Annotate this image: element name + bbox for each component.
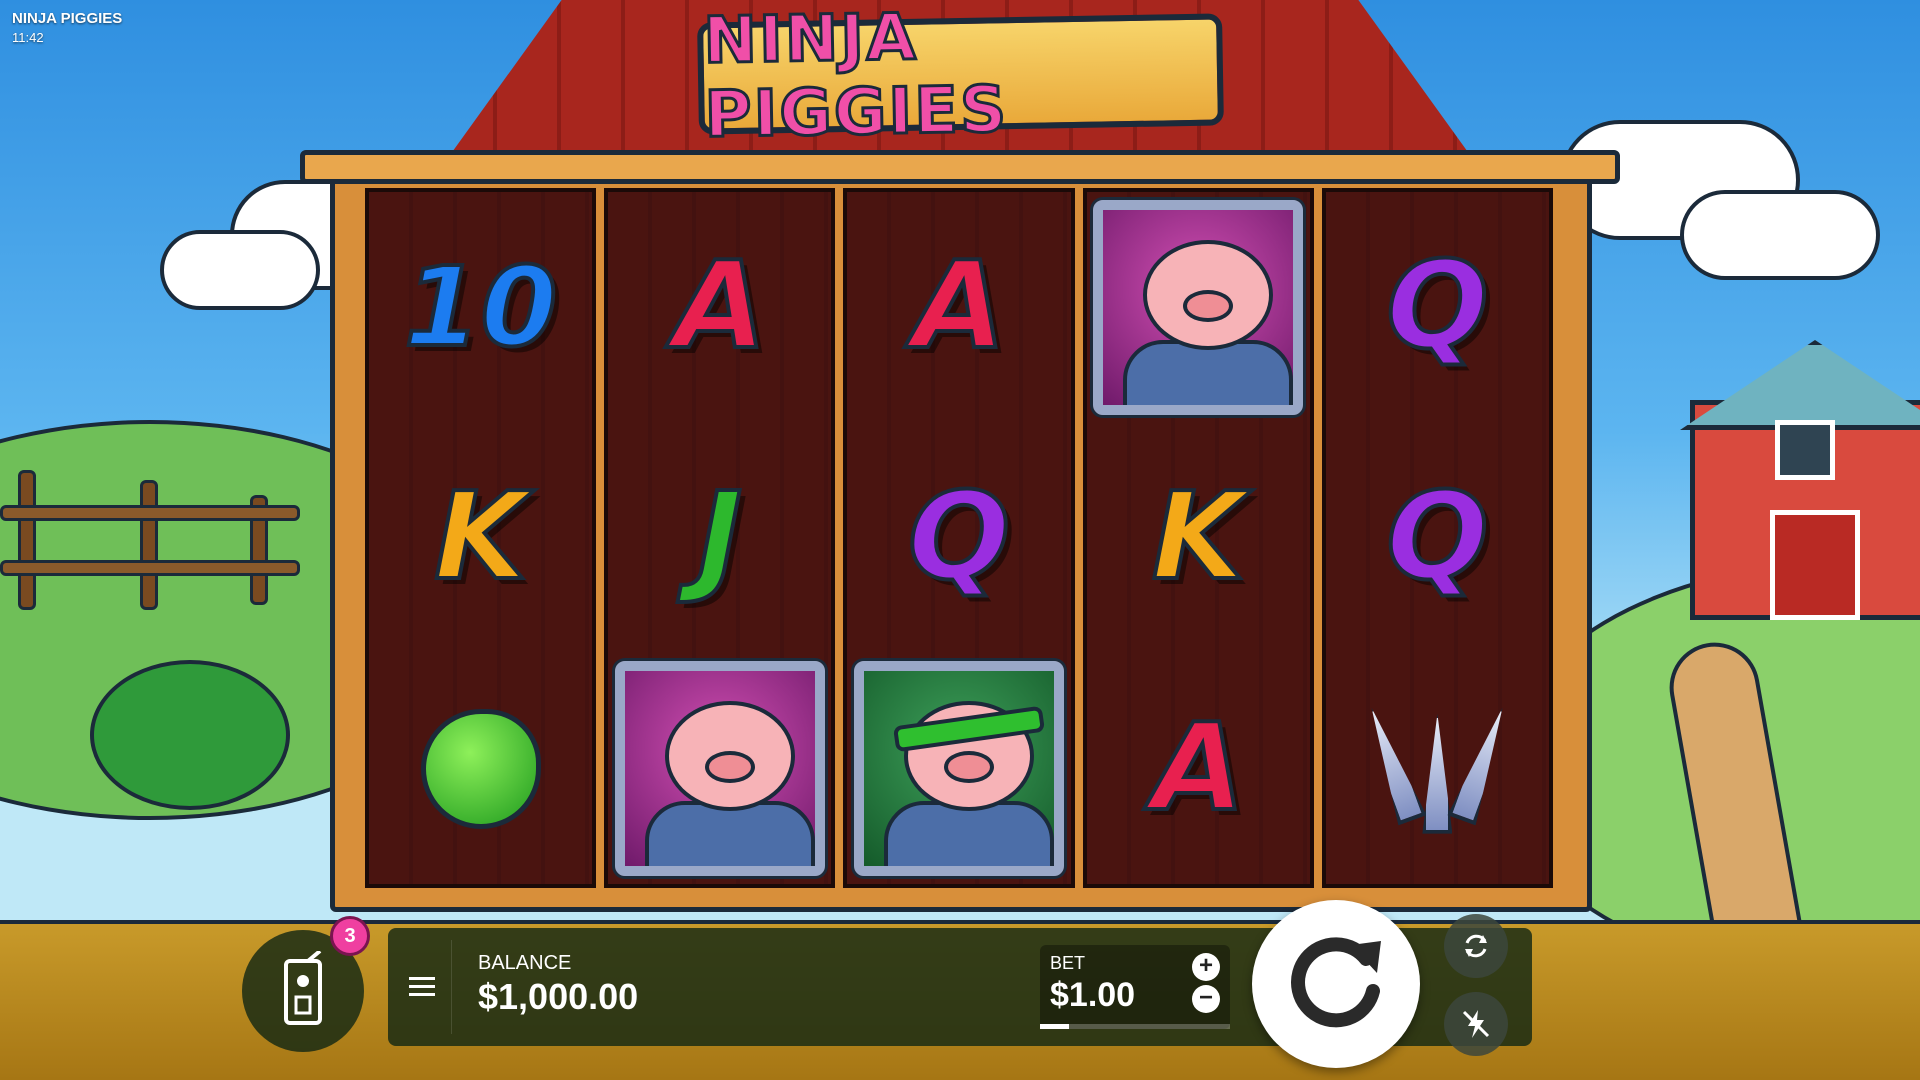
reel-cell — [1326, 653, 1549, 884]
bet-increase-button[interactable]: + — [1192, 953, 1220, 981]
fence-post — [18, 470, 36, 610]
barn-frame-top — [300, 150, 1620, 184]
symbol-k: K — [432, 467, 529, 607]
clock: 11:42 — [12, 30, 44, 45]
reel-cell: Q — [1326, 192, 1549, 423]
reel-cell — [1087, 192, 1310, 423]
symbol-10: 10 — [402, 243, 559, 372]
symbol-q: Q — [1384, 467, 1490, 607]
symbol-a: A — [1150, 698, 1247, 838]
apple-icon — [420, 708, 541, 829]
symbol-a: A — [911, 237, 1008, 377]
fence-post — [140, 480, 158, 610]
hamburger-icon — [408, 977, 435, 996]
reel-cell: K — [1087, 423, 1310, 654]
bet-value: $1.00 — [1050, 976, 1136, 1014]
logo-text: NINJA PIGGIES — [701, 0, 1010, 154]
farm-barn — [1680, 340, 1920, 620]
autoplay-button[interactable] — [1444, 914, 1508, 978]
reel-cell: A — [608, 192, 831, 423]
bonus-badge: 3 — [330, 916, 370, 956]
fence-rail — [0, 560, 300, 576]
reel-cell — [847, 653, 1070, 884]
symbol-q: Q — [906, 467, 1012, 607]
pig-purple-icon — [614, 661, 825, 877]
pig-green-icon — [853, 661, 1064, 877]
menu-button[interactable] — [392, 940, 452, 1034]
reel-cell: A — [847, 192, 1070, 423]
bush-left — [90, 660, 290, 810]
reel-cell: A — [1087, 653, 1310, 884]
reel-cell: Q — [847, 423, 1070, 654]
turbo-off-icon — [1462, 1010, 1490, 1038]
reel-cell — [608, 653, 831, 884]
reel-5: Q Q — [1321, 188, 1553, 888]
turbo-button[interactable] — [1444, 992, 1508, 1056]
pig-purple-icon — [1093, 199, 1304, 415]
spin-arrow-icon — [1291, 937, 1381, 1028]
game-title: NINJA PIGGIES — [12, 10, 123, 27]
reel-2: A J — [604, 188, 836, 888]
symbol-q: Q — [1384, 237, 1490, 377]
balance-value: $1,000.00 — [478, 976, 639, 1017]
game-logo: NINJA PIGGIES — [697, 0, 1224, 154]
game-info: NINJA PIGGIES 11:42 — [12, 10, 122, 45]
reel-1: 10 K — [365, 188, 597, 888]
fence-rail — [0, 505, 300, 521]
symbol-k: K — [1150, 467, 1247, 607]
reel-cell: K — [369, 423, 592, 654]
bet-label: BET — [1050, 953, 1086, 973]
symbol-j: J — [695, 467, 744, 607]
bet-level-bar — [1040, 1024, 1230, 1029]
cloud-right-2 — [1680, 190, 1880, 280]
shuriken-icon — [1367, 704, 1507, 834]
reel-cell — [369, 653, 592, 884]
reel-grid: 10 K A J A Q K A Q Q — [365, 188, 1553, 888]
reel-cell: Q — [1326, 423, 1549, 654]
autoplay-icon — [1465, 934, 1487, 958]
balance-label: BALANCE — [478, 952, 572, 974]
cloud-left-2 — [160, 230, 320, 310]
spin-button[interactable] — [1252, 900, 1420, 1068]
reel-4: K A — [1082, 188, 1314, 888]
symbol-a: A — [671, 237, 768, 377]
reel-cell: 10 — [369, 192, 592, 423]
bet-level-fill — [1040, 1024, 1069, 1029]
reel-cell: J — [608, 423, 831, 654]
bonus-buy-icon — [284, 951, 322, 1025]
reel-3: A Q — [843, 188, 1075, 888]
bet-decrease-button[interactable]: − — [1192, 985, 1220, 1013]
